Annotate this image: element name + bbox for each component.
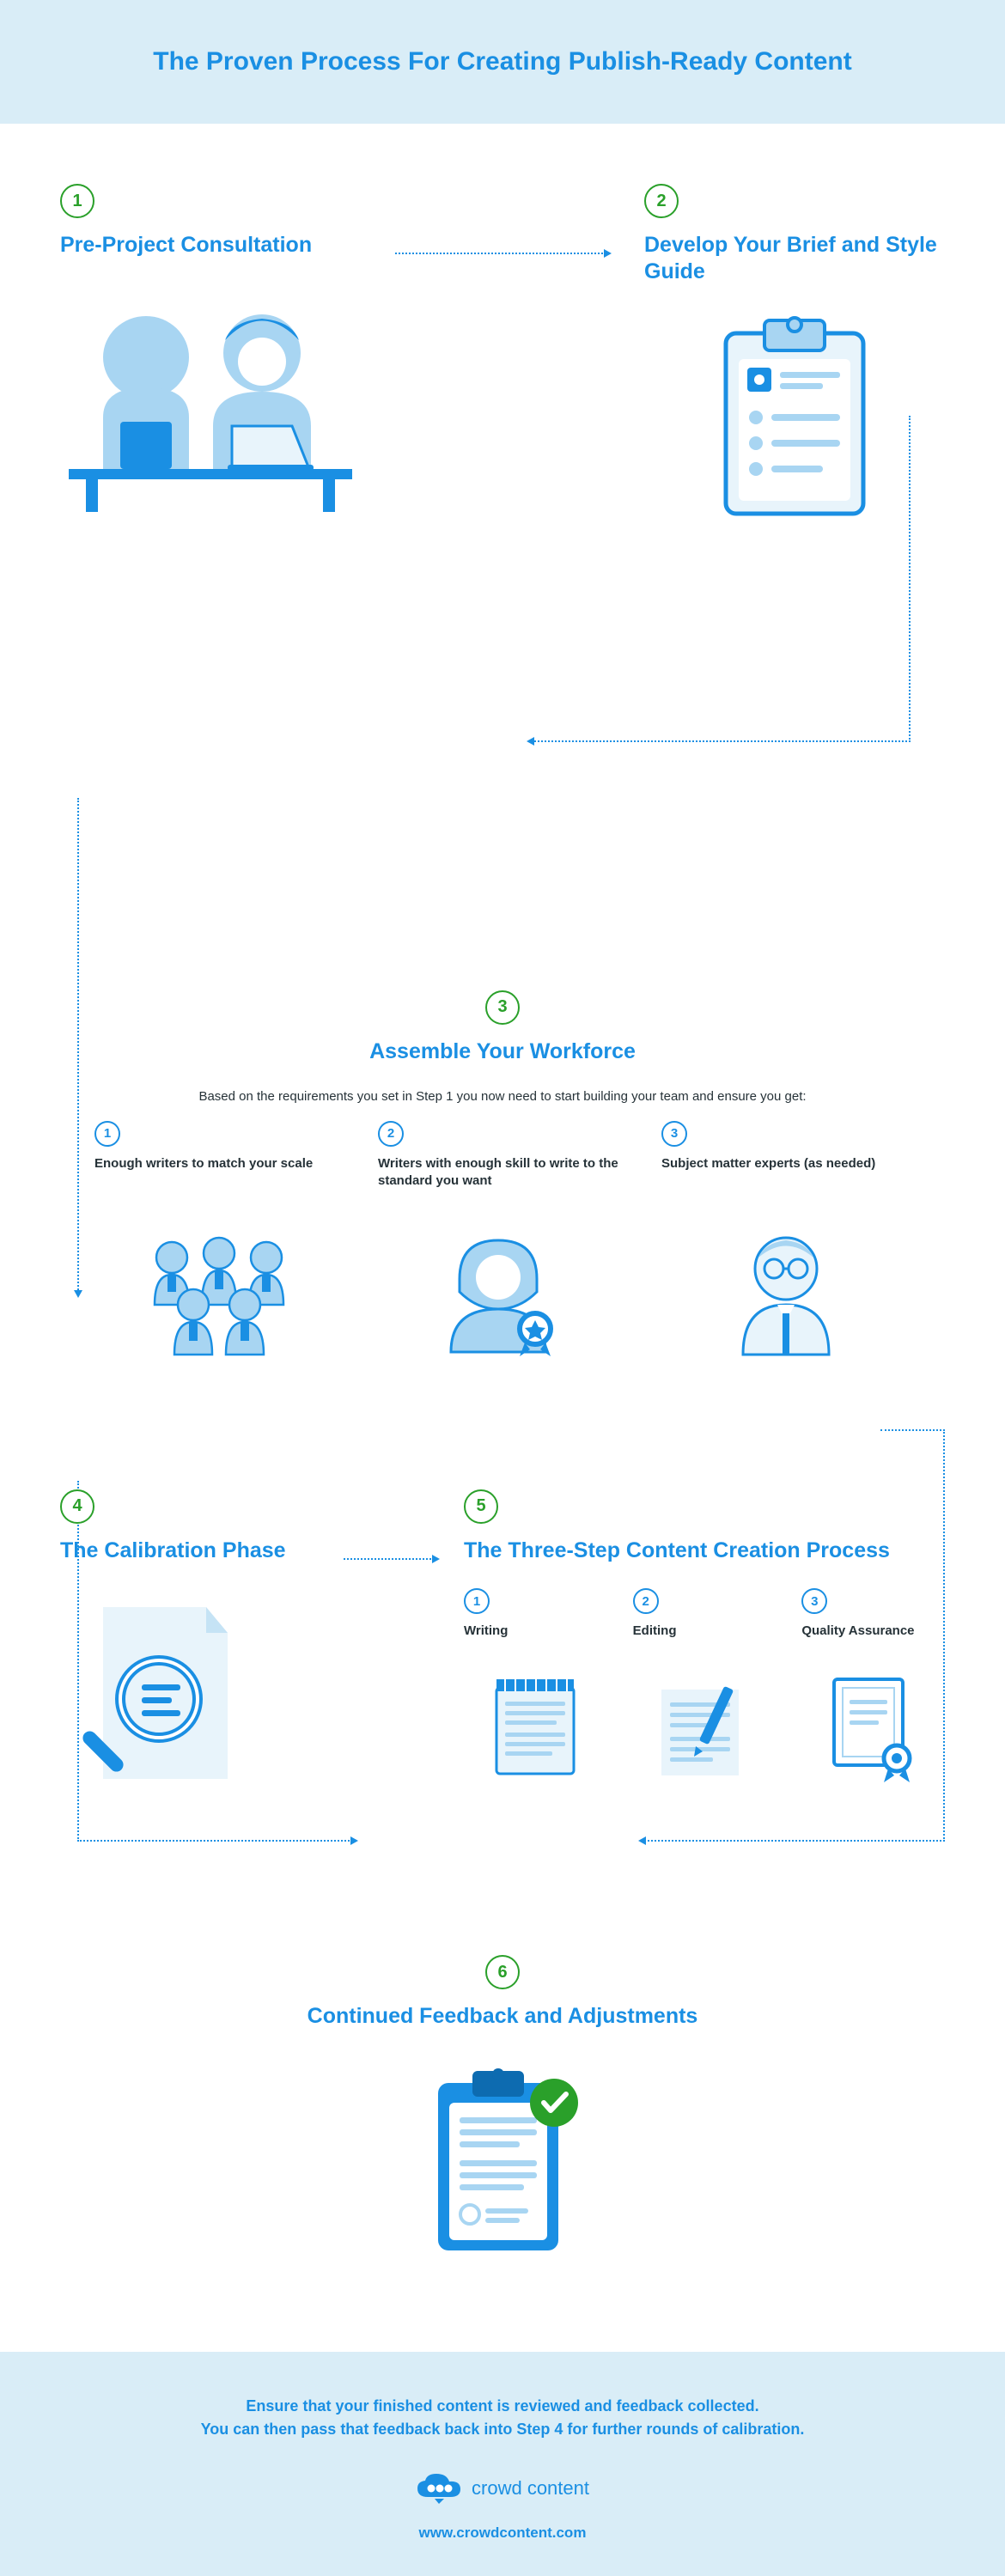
sub-text: Writers with enough skill to write to th… bbox=[378, 1155, 627, 1209]
step-2-badge: 2 bbox=[644, 184, 679, 218]
connector bbox=[640, 1840, 945, 1842]
sub-badge: 3 bbox=[661, 1121, 687, 1147]
step-4-badge: 4 bbox=[60, 1489, 94, 1524]
row-steps-4-5: 4 The Calibration Phase 5 The Three-Step… bbox=[60, 1489, 945, 1805]
footer-band: Ensure that your finished content is rev… bbox=[0, 2352, 1005, 2576]
sub-badge: 1 bbox=[94, 1121, 120, 1147]
page-title: The Proven Process For Creating Publish-… bbox=[17, 47, 988, 76]
step-3-badge: 3 bbox=[485, 990, 520, 1025]
step-3-item-3: 3 Subject matter experts (as needed) bbox=[661, 1121, 911, 1361]
step-5-item-2: 2 Editing bbox=[633, 1588, 777, 1788]
footer-line-1: Ensure that your finished content is rev… bbox=[86, 2395, 919, 2418]
notepad-icon bbox=[464, 1672, 607, 1784]
sub-badge: 1 bbox=[464, 1588, 490, 1614]
step-1-title: Pre-Project Consultation bbox=[60, 232, 361, 259]
footer-url: www.crowdcontent.com bbox=[86, 2524, 919, 2542]
connector bbox=[528, 740, 911, 742]
step-4-title: The Calibration Phase bbox=[60, 1538, 318, 1564]
step-3-title: Assemble Your Workforce bbox=[60, 1038, 945, 1065]
step-5-title: The Three-Step Content Creation Process bbox=[464, 1538, 945, 1564]
row-steps-1-2: 1 Pre-Project Consultation bbox=[60, 184, 945, 527]
step-5-item-3: 3 Quality Assurance bbox=[801, 1588, 945, 1788]
team-icon bbox=[94, 1227, 344, 1361]
step-2-title: Develop Your Brief and Style Guide bbox=[644, 232, 945, 286]
editing-icon bbox=[633, 1672, 777, 1784]
step-3-item-2: 2 Writers with enough skill to write to … bbox=[378, 1121, 627, 1361]
consultation-icon bbox=[60, 289, 361, 516]
connector bbox=[880, 1429, 945, 1431]
step-6-badge: 6 bbox=[485, 1955, 520, 1989]
clipboard-check-icon bbox=[60, 2064, 945, 2266]
sub-text: Enough writers to match your scale bbox=[94, 1155, 344, 1209]
diagram-content: 1 Pre-Project Consultation bbox=[0, 124, 1005, 2300]
step-6: 6 Continued Feedback and Adjustments bbox=[60, 1955, 945, 2266]
brand-name: crowd content bbox=[472, 2477, 589, 2500]
cloud-logo-icon bbox=[416, 2471, 463, 2506]
step-5-badge: 5 bbox=[464, 1489, 498, 1524]
certificate-icon bbox=[801, 1672, 945, 1788]
magnify-document-icon bbox=[60, 1594, 318, 1805]
sub-text: Quality Assurance bbox=[801, 1623, 945, 1657]
step-5: 5 The Three-Step Content Creation Proces… bbox=[464, 1489, 945, 1805]
step-1-badge: 1 bbox=[60, 184, 94, 218]
step-3-intro: Based on the requirements you set in Ste… bbox=[60, 1089, 945, 1104]
step-6-title: Continued Feedback and Adjustments bbox=[60, 2003, 945, 2030]
sub-badge: 2 bbox=[378, 1121, 404, 1147]
arrow-right-icon bbox=[395, 253, 610, 527]
connector bbox=[77, 1840, 356, 1842]
step-3: 3 Assemble Your Workforce Based on the r… bbox=[60, 990, 945, 1361]
footer-line-2: You can then pass that feedback back int… bbox=[86, 2418, 919, 2441]
sub-text: Subject matter experts (as needed) bbox=[661, 1155, 911, 1209]
step-5-item-1: 1 Writing bbox=[464, 1588, 607, 1788]
step-3-items: 1 Enough writers to match your scale bbox=[94, 1121, 911, 1361]
step-4: 4 The Calibration Phase bbox=[60, 1489, 318, 1805]
step-5-items: 1 Writing 2 Editing bbox=[464, 1588, 945, 1788]
step-1: 1 Pre-Project Consultation bbox=[60, 184, 361, 527]
arrow-right-icon bbox=[344, 1558, 438, 1805]
step-3-item-1: 1 Enough writers to match your scale bbox=[94, 1121, 344, 1361]
brand-logo: crowd content bbox=[86, 2471, 919, 2506]
clipboard-icon bbox=[644, 316, 945, 527]
sub-badge: 3 bbox=[801, 1588, 827, 1614]
header-band: The Proven Process For Creating Publish-… bbox=[0, 0, 1005, 124]
sub-text: Editing bbox=[633, 1623, 777, 1657]
sub-badge: 2 bbox=[633, 1588, 659, 1614]
expert-icon bbox=[661, 1227, 911, 1361]
sub-text: Writing bbox=[464, 1623, 607, 1657]
step-2: 2 Develop Your Brief and Style Guide bbox=[644, 184, 945, 527]
skilled-writer-icon bbox=[378, 1227, 627, 1361]
